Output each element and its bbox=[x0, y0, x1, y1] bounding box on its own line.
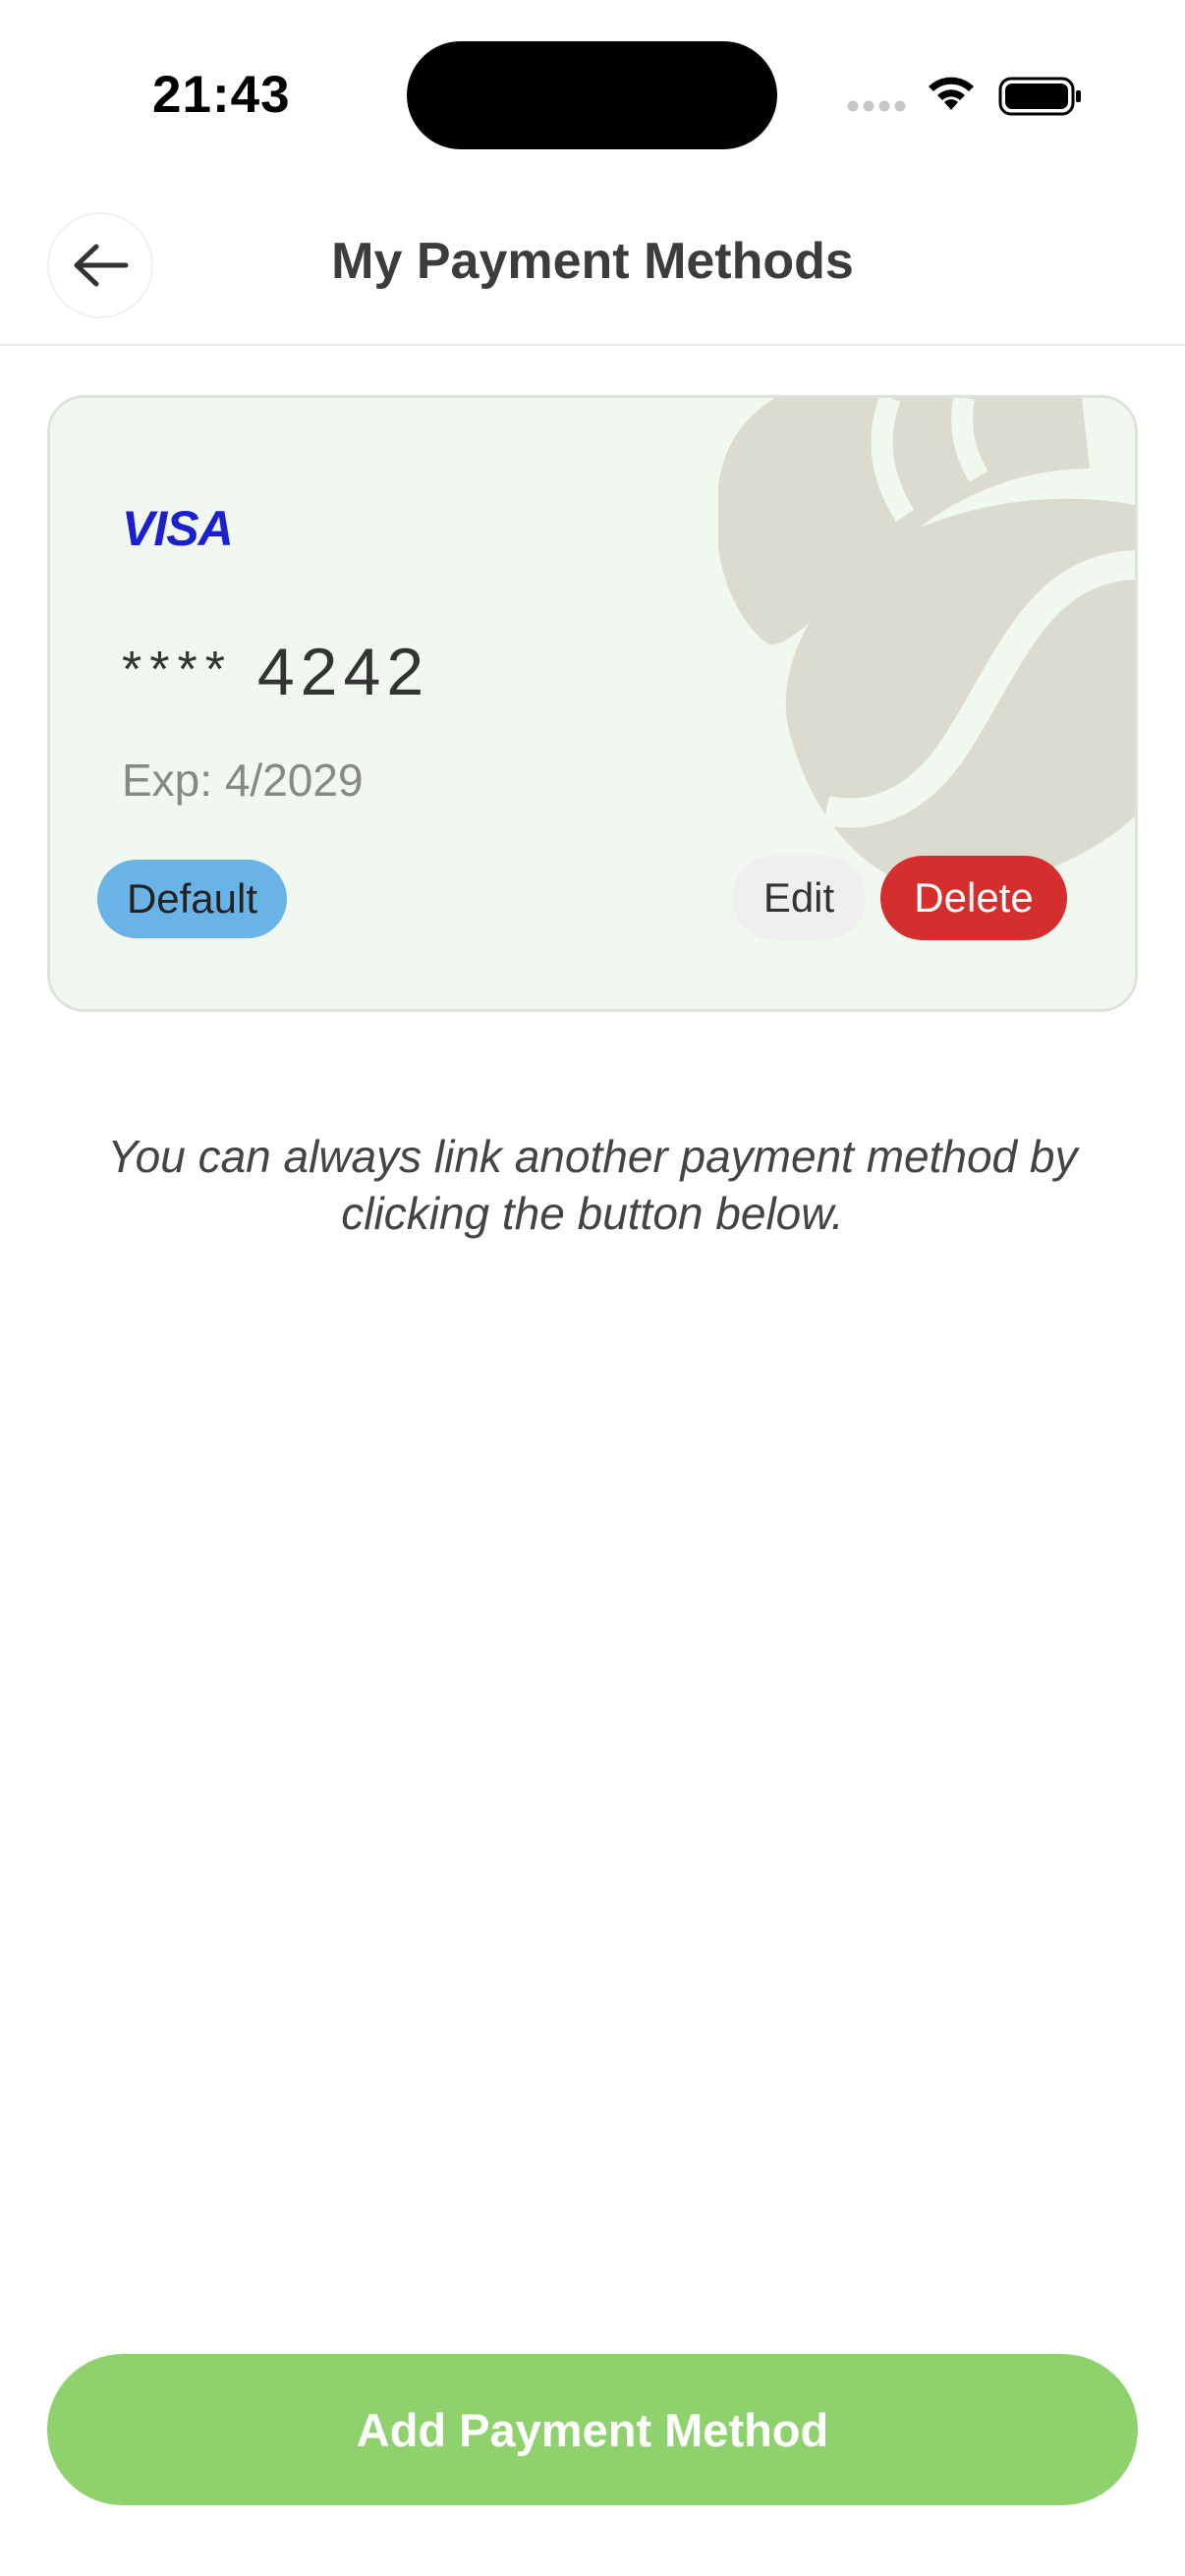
dynamic-island bbox=[407, 41, 777, 149]
card-number-mask: **** bbox=[122, 642, 233, 699]
default-badge: Default bbox=[97, 860, 287, 938]
payment-card: VISA **** 4242 Exp: 4/2029 Default Edit … bbox=[47, 395, 1138, 1012]
page-title: My Payment Methods bbox=[331, 233, 854, 290]
edit-button[interactable]: Edit bbox=[732, 856, 866, 940]
cellular-signal-icon bbox=[847, 100, 906, 112]
add-payment-method-button[interactable]: Add Payment Method bbox=[47, 2354, 1138, 2505]
card-expiry: Exp: 4/2029 bbox=[122, 755, 364, 806]
payment-methods-screen: 21:43 My Payment Methods VISA **** 4242 … bbox=[0, 0, 1185, 2576]
wifi-icon bbox=[929, 77, 974, 110]
visa-logo: VISA bbox=[122, 501, 234, 556]
status-bar: 21:43 bbox=[0, 0, 1185, 187]
status-time: 21:43 bbox=[152, 66, 291, 124]
delete-button[interactable]: Delete bbox=[880, 856, 1067, 940]
battery-icon bbox=[998, 77, 1081, 116]
card-number: **** 4242 bbox=[122, 634, 429, 710]
app-header: My Payment Methods bbox=[0, 196, 1185, 346]
card-last4: 4242 bbox=[256, 635, 430, 709]
info-message: You can always link another payment meth… bbox=[107, 1131, 1078, 1239]
